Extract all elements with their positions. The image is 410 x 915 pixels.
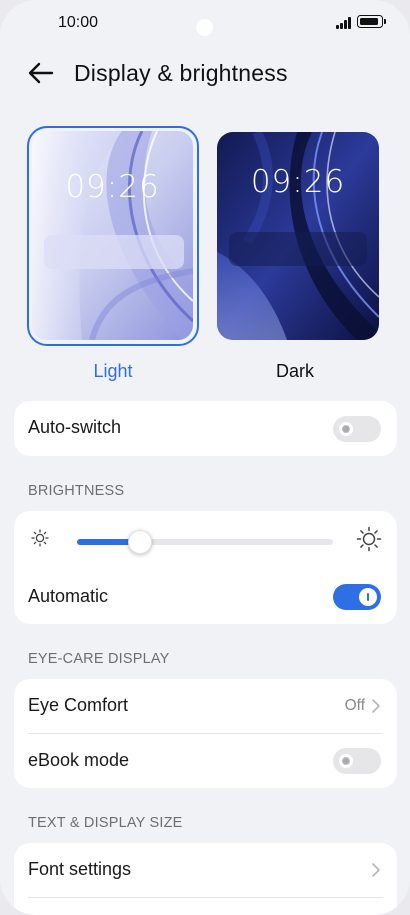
text-display-card: Font settings: [14, 843, 397, 915]
sun-large-icon: [356, 526, 382, 552]
chevron-right-icon: [372, 863, 380, 877]
header: Display & brightness: [0, 50, 410, 98]
font-settings-label: Font settings: [28, 859, 132, 879]
eye-comfort-value: Off: [344, 697, 365, 714]
text-display-section-title: TEXT & DISPLAY SIZE: [28, 815, 183, 831]
theme-light-label: Light: [93, 361, 133, 381]
brightness-card: Automatic: [14, 511, 397, 624]
theme-dark-clock: 09:26: [250, 164, 346, 200]
status-bar: 10:00: [0, 0, 410, 46]
battery-icon: [357, 15, 386, 28]
brightness-slider[interactable]: [77, 530, 333, 554]
auto-switch-toggle[interactable]: [333, 416, 381, 442]
automatic-brightness-row[interactable]: Automatic: [14, 570, 397, 624]
theme-dark-widget: [229, 232, 367, 266]
status-time: 10:00: [58, 14, 99, 31]
auto-switch-row[interactable]: Auto-switch: [14, 401, 397, 455]
divider: [28, 897, 383, 898]
theme-light-selected-frame: 09:26: [27, 126, 199, 346]
theme-light-clock: 09:26: [65, 169, 160, 205]
brightness-slider-thumb[interactable]: [128, 530, 153, 554]
theme-dark-option[interactable]: 09:26 Dark: [213, 126, 385, 382]
ebook-mode-toggle[interactable]: [333, 748, 381, 774]
auto-switch-card: Auto-switch: [14, 401, 397, 456]
eye-comfort-label: Eye Comfort: [28, 695, 129, 715]
automatic-brightness-label: Automatic: [28, 586, 109, 606]
eye-comfort-row[interactable]: Eye Comfort Off: [14, 679, 397, 733]
ebook-mode-row[interactable]: eBook mode: [14, 734, 397, 788]
theme-light-preview: 09:26: [32, 131, 193, 340]
sun-small-icon: [31, 529, 49, 547]
font-settings-row[interactable]: Font settings: [14, 843, 397, 897]
ebook-mode-label: eBook mode: [28, 750, 130, 770]
signal-icon: [336, 15, 354, 29]
eye-care-section-title: EYE-CARE DISPLAY: [28, 651, 170, 667]
eye-care-card: Eye Comfort Off eBook mode: [14, 679, 397, 788]
theme-dark-preview: 09:26: [217, 132, 379, 340]
page-title: Display & brightness: [74, 60, 288, 86]
theme-light-option[interactable]: 09:26 Light: [27, 126, 199, 382]
auto-switch-label: Auto-switch: [28, 417, 122, 437]
camera-cutout: [196, 19, 213, 36]
phone-screen: 10:00 Display & brightness 09:26 Light 0…: [0, 0, 410, 915]
automatic-brightness-toggle[interactable]: [333, 584, 381, 610]
theme-dark-label: Dark: [275, 361, 314, 381]
chevron-right-icon: [372, 699, 380, 713]
brightness-section-title: BRIGHTNESS: [28, 483, 125, 499]
theme-light-widget: [44, 235, 184, 269]
back-arrow-icon[interactable]: [22, 56, 58, 92]
